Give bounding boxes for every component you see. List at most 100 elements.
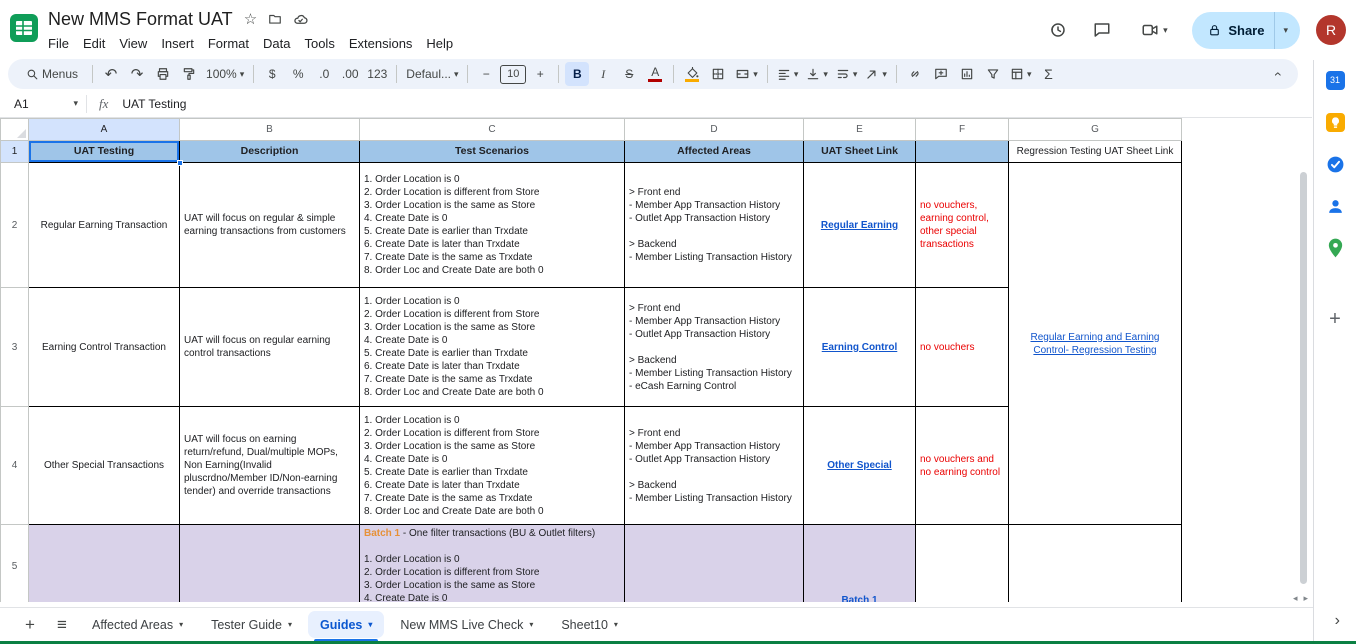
cell-f1[interactable]	[915, 140, 1009, 163]
strikethrough-button[interactable]: S	[617, 62, 641, 86]
decrease-decimal-button[interactable]: .0	[312, 62, 336, 86]
contacts-icon[interactable]	[1325, 196, 1345, 216]
column-header-e[interactable]: E	[803, 118, 916, 141]
row-header-3[interactable]: 3	[0, 287, 29, 407]
calendar-icon[interactable]: 31	[1325, 70, 1345, 90]
avatar[interactable]: R	[1316, 15, 1346, 45]
merge-cells-button[interactable]: ▾	[732, 62, 761, 86]
maps-icon[interactable]	[1325, 238, 1345, 258]
cell-g2-merged[interactable]: Regular Earning and Earning Control- Reg…	[1008, 162, 1182, 525]
all-sheets-button[interactable]: ≡	[48, 611, 76, 639]
cell-b4[interactable]: UAT will focus on earning return/refund,…	[179, 406, 360, 525]
cell-a1[interactable]: UAT Testing	[28, 140, 183, 166]
comment-history-icon[interactable]	[1088, 16, 1116, 44]
create-filter-button[interactable]	[981, 62, 1005, 86]
cell-c2[interactable]: 1. Order Location is 0 2. Order Location…	[359, 162, 625, 288]
cell-a5[interactable]	[28, 524, 180, 602]
cell-e2[interactable]: Regular Earning	[803, 162, 916, 288]
menu-data[interactable]: Data	[256, 35, 297, 52]
horizontal-scroll-arrows[interactable]: ◂ ▸	[1293, 593, 1308, 604]
text-wrap-button[interactable]: ▾	[833, 62, 861, 86]
cell-c3[interactable]: 1. Order Location is 0 2. Order Location…	[359, 287, 625, 407]
other-special-link[interactable]: Other Special	[827, 460, 891, 471]
cell-e1[interactable]: UAT Sheet Link	[803, 140, 916, 163]
column-header-g[interactable]: G	[1008, 118, 1182, 141]
functions-button[interactable]: Σ	[1036, 62, 1060, 86]
cell-g1[interactable]: Regression Testing UAT Sheet Link	[1008, 140, 1182, 163]
menu-view[interactable]: View	[112, 35, 154, 52]
bold-button[interactable]: B	[565, 62, 590, 86]
decrease-font-size-button[interactable]: −	[474, 62, 498, 86]
tab-sheet10[interactable]: Sheet10 ▾	[549, 611, 630, 638]
tab-guides[interactable]: Guides ▾	[307, 611, 385, 642]
scroll-right-icon[interactable]: ▸	[1303, 593, 1308, 604]
cell-c1[interactable]: Test Scenarios	[359, 140, 625, 163]
borders-button[interactable]	[706, 62, 730, 86]
italic-button[interactable]: I	[591, 62, 615, 86]
row-header-1[interactable]: 1	[0, 140, 29, 163]
cell-a3[interactable]: Earning Control Transaction	[28, 287, 180, 407]
cell-a4[interactable]: Other Special Transactions	[28, 406, 180, 525]
text-color-button[interactable]: A	[643, 62, 667, 86]
text-rotation-button[interactable]: ▾	[862, 62, 890, 86]
undo-button[interactable]: ↶	[99, 62, 123, 86]
scroll-left-icon[interactable]: ◂	[1293, 593, 1298, 604]
regression-testing-link[interactable]: Regular Earning and Earning Control- Reg…	[1031, 332, 1160, 356]
font-size-input[interactable]: 10	[500, 64, 527, 84]
format-currency-button[interactable]: $	[260, 62, 284, 86]
add-sheet-button[interactable]: +	[16, 611, 44, 639]
row-header-5[interactable]: 5	[0, 524, 29, 602]
formula-input[interactable]: UAT Testing	[122, 97, 186, 111]
cell-f2[interactable]: no vouchers, earning control, other spec…	[915, 162, 1009, 288]
cell-b3[interactable]: UAT will focus on regular earning contro…	[179, 287, 360, 407]
share-button[interactable]: Share ▾	[1192, 11, 1300, 49]
tab-affected-areas[interactable]: Affected Areas ▾	[80, 611, 195, 638]
vertical-scrollbar[interactable]	[1300, 172, 1307, 584]
earning-control-link[interactable]: Earning Control	[822, 342, 898, 353]
cell-c4[interactable]: 1. Order Location is 0 2. Order Location…	[359, 406, 625, 525]
cell-a2[interactable]: Regular Earning Transaction	[28, 162, 180, 288]
cell-g5[interactable]	[1008, 524, 1182, 602]
redo-button[interactable]: ↷	[125, 62, 149, 86]
font-select[interactable]: Defaul... ▾	[403, 62, 461, 86]
increase-decimal-button[interactable]: .00	[338, 62, 362, 86]
cell-b2[interactable]: UAT will focus on regular & simple earni…	[179, 162, 360, 288]
menus-search-button[interactable]: Menus	[18, 62, 86, 86]
column-header-a[interactable]: A	[28, 118, 180, 141]
print-button[interactable]	[151, 62, 175, 86]
share-dropdown[interactable]: ▾	[1274, 11, 1300, 49]
fill-handle[interactable]	[177, 160, 183, 166]
vertical-align-button[interactable]: ▾	[803, 62, 831, 86]
column-header-b[interactable]: B	[179, 118, 360, 141]
more-formats-button[interactable]: 123	[364, 62, 390, 86]
tasks-icon[interactable]	[1325, 154, 1345, 174]
cell-d2[interactable]: > Front end - Member App Transaction His…	[624, 162, 804, 288]
regular-earning-link[interactable]: Regular Earning	[821, 220, 898, 231]
horizontal-align-button[interactable]: ▾	[774, 62, 802, 86]
menu-edit[interactable]: Edit	[76, 35, 112, 52]
row-header-4[interactable]: 4	[0, 406, 29, 525]
paint-format-button[interactable]	[177, 62, 201, 86]
cloud-status-icon[interactable]	[293, 12, 308, 27]
cell-e5[interactable]: Batch 1	[803, 524, 916, 602]
table-views-button[interactable]: ▾	[1007, 62, 1035, 86]
column-header-d[interactable]: D	[624, 118, 804, 141]
select-all-corner[interactable]	[0, 118, 29, 141]
insert-chart-button[interactable]	[955, 62, 979, 86]
keep-icon[interactable]	[1325, 112, 1345, 132]
cell-d3[interactable]: > Front end - Member App Transaction His…	[624, 287, 804, 407]
insert-comment-button[interactable]	[929, 62, 953, 86]
cell-d4[interactable]: > Front end - Member App Transaction His…	[624, 406, 804, 525]
cell-c5[interactable]: Batch 1 - One filter transactions (BU & …	[359, 524, 625, 602]
menu-help[interactable]: Help	[419, 35, 460, 52]
cell-f3[interactable]: no vouchers	[915, 287, 1009, 407]
hide-panel-chevron-icon[interactable]: ›	[1335, 612, 1340, 630]
batch-1-link[interactable]: Batch 1	[841, 595, 877, 602]
format-percent-button[interactable]: %	[286, 62, 310, 86]
insert-link-button[interactable]	[903, 62, 927, 86]
increase-font-size-button[interactable]: +	[528, 62, 552, 86]
menu-tools[interactable]: Tools	[297, 35, 341, 52]
menu-insert[interactable]: Insert	[154, 35, 201, 52]
cell-e3[interactable]: Earning Control	[803, 287, 916, 407]
menu-format[interactable]: Format	[201, 35, 256, 52]
